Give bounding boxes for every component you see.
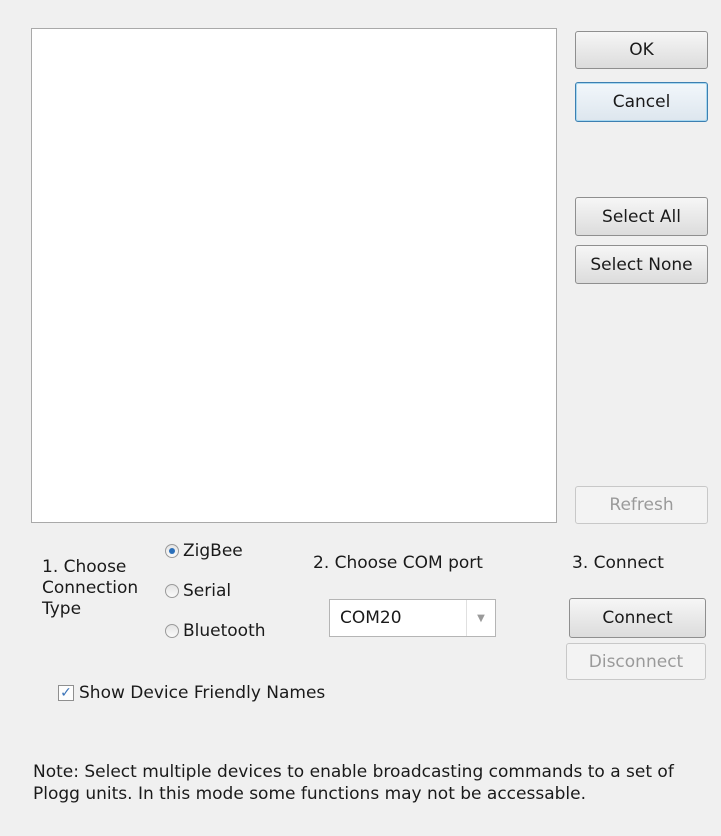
show-friendly-names-checkbox[interactable]: ✓ Show Device Friendly Names — [58, 683, 325, 703]
select-all-button[interactable]: Select All — [575, 197, 708, 236]
connection-type-label-line3: Type — [42, 599, 82, 619]
cancel-button[interactable]: Cancel — [575, 82, 708, 122]
note-line-1: Note: Select multiple devices to enable … — [33, 762, 674, 782]
device-selection-dialog: OK Cancel Select All Select None Refresh… — [0, 0, 721, 836]
select-none-button[interactable]: Select None — [575, 245, 708, 284]
radio-bluetooth[interactable]: Bluetooth — [165, 621, 266, 641]
note-text: Note: Select multiple devices to enable … — [33, 761, 713, 805]
connection-type-label-line1: 1. Choose — [42, 557, 127, 577]
refresh-button[interactable]: Refresh — [575, 486, 708, 524]
radio-unchecked-icon — [165, 624, 179, 638]
connect-label: 3. Connect — [572, 553, 664, 573]
ok-button[interactable]: OK — [575, 31, 708, 69]
radio-bluetooth-label: Bluetooth — [183, 621, 266, 641]
com-port-label: 2. Choose COM port — [313, 553, 483, 573]
checkmark-icon: ✓ — [58, 685, 74, 701]
disconnect-button[interactable]: Disconnect — [566, 643, 706, 680]
com-port-select[interactable]: COM20 ▼ — [329, 599, 496, 637]
connection-type-label-line2: Connection — [42, 578, 139, 598]
radio-serial[interactable]: Serial — [165, 581, 231, 601]
chevron-down-icon[interactable]: ▼ — [466, 600, 495, 636]
radio-zigbee[interactable]: ZigBee — [165, 541, 243, 561]
radio-unchecked-icon — [165, 584, 179, 598]
show-friendly-names-label: Show Device Friendly Names — [79, 683, 326, 703]
device-list[interactable] — [31, 28, 557, 523]
com-port-value: COM20 — [340, 608, 402, 628]
connect-button[interactable]: Connect — [569, 598, 706, 638]
note-line-2: Plogg units. In this mode some functions… — [33, 784, 586, 804]
radio-checked-icon — [165, 544, 179, 558]
radio-zigbee-label: ZigBee — [183, 541, 243, 561]
connection-type-label: 1. Choose Connection Type — [42, 557, 138, 620]
radio-serial-label: Serial — [183, 581, 232, 601]
